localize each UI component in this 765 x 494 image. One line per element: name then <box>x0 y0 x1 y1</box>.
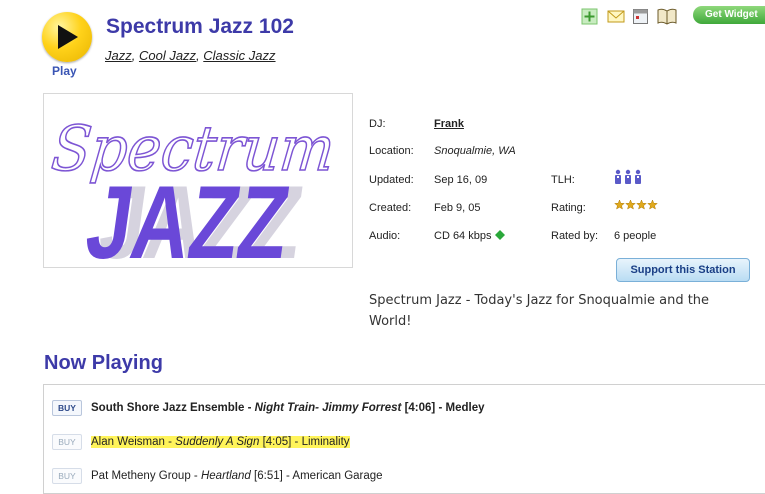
support-station-button[interactable]: Support this Station <box>616 258 750 282</box>
mail-icon[interactable] <box>607 8 625 25</box>
track-list: BUY South Shore Jazz Ensemble - Night Tra… <box>43 384 765 494</box>
dj-name-link[interactable]: Frank <box>434 118 464 130</box>
track-album: Liminality <box>301 436 350 449</box>
now-playing-heading: Now Playing <box>44 352 163 374</box>
track-row: BUY Pat Metheny Group - Heartland [6:51] … <box>52 468 383 484</box>
station-title: Spectrum Jazz 102 <box>106 15 294 38</box>
track-artist: Pat Metheny Group <box>91 470 191 483</box>
location-value: Snoqualmie, WA <box>434 145 516 157</box>
tlh-icon <box>614 169 644 190</box>
track-album: Medley <box>445 402 485 415</box>
get-widget-button[interactable]: Get Widget <box>693 6 765 24</box>
station-description: Spectrum Jazz - Today's Jazz for Snoqual… <box>369 293 710 329</box>
genre-link-jazz[interactable]: Jazz <box>105 48 132 63</box>
track-song: Suddenly A Sign <box>175 436 260 449</box>
track-row: BUY South Shore Jazz Ensemble - Night Tra… <box>52 400 485 416</box>
play-label[interactable]: Play <box>52 64 77 78</box>
play-icon <box>58 25 78 49</box>
location-label: Location: <box>369 145 414 157</box>
track-duration: [6:51] <box>254 470 283 483</box>
genre-link-classic-jazz[interactable]: Classic Jazz <box>203 48 275 63</box>
track-song: Heartland <box>200 470 251 483</box>
star-icon <box>614 199 625 210</box>
play-button[interactable] <box>42 12 92 62</box>
track-song: Night Train- Jimmy Forrest <box>254 402 402 415</box>
track-artist: South Shore Jazz Ensemble <box>91 402 245 415</box>
tlh-label: TLH: <box>551 174 575 186</box>
rating-stars <box>614 198 658 216</box>
calendar-icon[interactable] <box>632 8 649 25</box>
buy-button[interactable]: BUY <box>52 400 82 416</box>
track-info-highlighted: Alan Weisman - Suddenly A Sign [4:05] - … <box>91 436 350 449</box>
logo-script-text: Spectrum <box>48 112 338 185</box>
star-icon <box>636 199 647 210</box>
updated-label: Updated: <box>369 174 414 186</box>
created-value: Feb 9, 05 <box>434 202 481 214</box>
audio-value: CD 64 kbps <box>434 230 505 242</box>
star-icon <box>647 199 658 210</box>
updated-value: Sep 16, 09 <box>434 174 488 186</box>
audio-status-icon <box>494 230 505 240</box>
track-row: BUY Alan Weisman - Suddenly A Sign [4:05]… <box>52 434 350 450</box>
rating-label: Rating: <box>551 202 586 214</box>
track-artist: Alan Weisman <box>91 436 165 449</box>
rated-by-label: Rated by: <box>551 230 599 242</box>
track-duration: [4:05] <box>262 436 292 449</box>
book-icon[interactable] <box>657 8 677 25</box>
track-album: American Garage <box>292 470 383 483</box>
buy-button[interactable]: BUY <box>52 468 82 484</box>
rated-by-value: 6 people <box>614 230 657 242</box>
audio-label: Audio: <box>369 230 401 242</box>
track-duration: [4:06] <box>404 402 436 415</box>
genre-links: Jazz, Cool Jazz, Classic Jazz <box>105 48 276 63</box>
created-label: Created: <box>369 202 412 214</box>
buy-button[interactable]: BUY <box>52 434 82 450</box>
station-logo: JAZZ JAZZ Spectrum <box>43 93 353 268</box>
dj-label: DJ: <box>369 118 386 130</box>
genre-link-cool-jazz[interactable]: Cool Jazz <box>139 48 196 63</box>
star-icon <box>625 199 636 210</box>
add-icon[interactable] <box>581 8 598 25</box>
audio-quality: CD 64 kbps <box>434 230 492 242</box>
